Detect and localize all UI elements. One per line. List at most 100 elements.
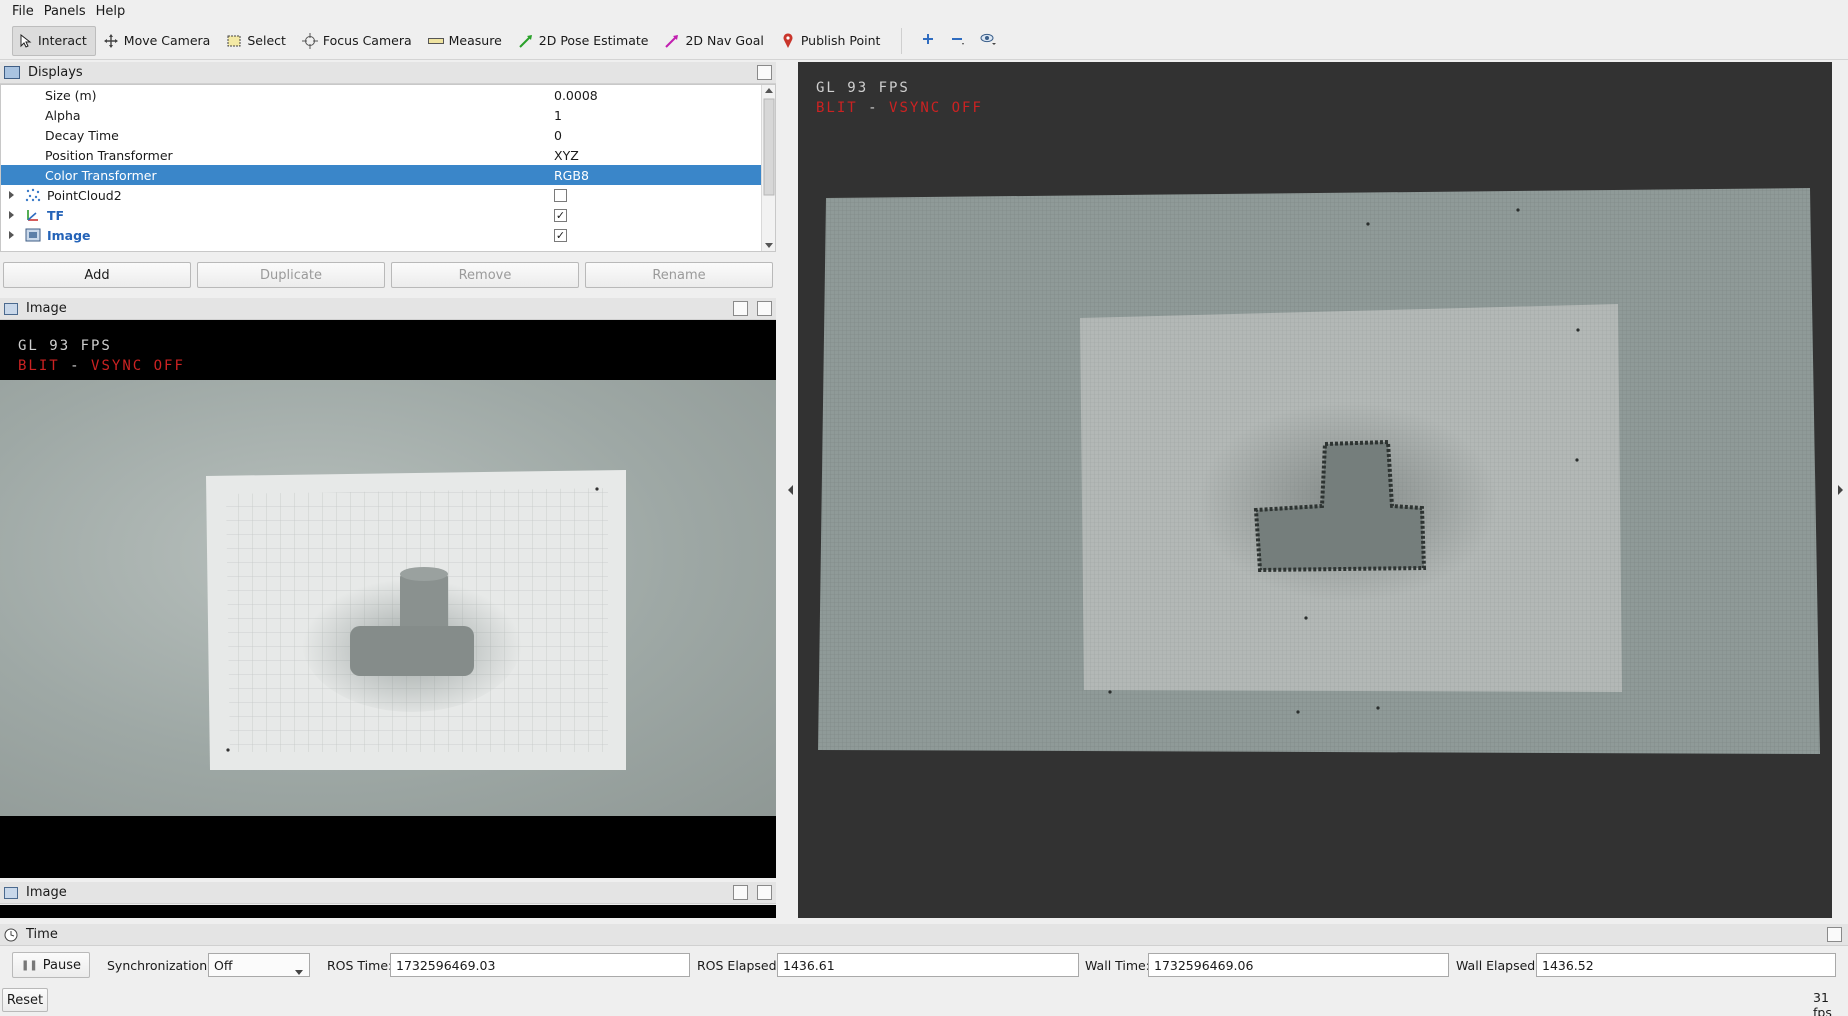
- displays-title: Displays: [28, 65, 83, 80]
- wall-time-label: Wall Time:: [1085, 958, 1150, 973]
- blit-text: BLIT: [18, 358, 60, 374]
- prop-value[interactable]: XYZ: [554, 148, 579, 163]
- enable-checkbox[interactable]: ✓: [554, 208, 567, 222]
- image-icon: [25, 228, 41, 242]
- select-tool-button[interactable]: Select: [221, 26, 295, 56]
- prop-key: Alpha: [45, 107, 81, 123]
- display-item-pointcloud2[interactable]: PointCloud2: [1, 185, 761, 205]
- display-item-image[interactable]: Image ✓: [1, 225, 761, 245]
- camera-photo: [0, 380, 776, 816]
- ros-elapsed-field[interactable]: 1436.61: [777, 953, 1079, 977]
- view-menu-button[interactable]: [974, 26, 1002, 56]
- ros-elapsed-label: ROS Elapsed:: [697, 958, 781, 973]
- prop-row-color-transformer[interactable]: Color Transformer RGB8: [1, 165, 761, 185]
- display-item-tf[interactable]: TF ✓: [1, 205, 761, 225]
- move-camera-label: Move Camera: [123, 33, 211, 48]
- focus-camera-label: Focus Camera: [322, 33, 412, 48]
- focus-camera-tool-button[interactable]: Focus Camera: [297, 26, 421, 56]
- image-panel-2-close-button[interactable]: [757, 885, 772, 900]
- reset-button[interactable]: Reset: [2, 988, 48, 1012]
- fps-readout: 31 fps: [1813, 990, 1832, 1016]
- enable-checkbox[interactable]: [554, 188, 567, 202]
- select-label: Select: [247, 33, 286, 48]
- remove-tool-button[interactable]: [944, 26, 972, 56]
- map-pin-icon: [780, 32, 796, 49]
- remove-display-button[interactable]: Remove: [391, 262, 579, 288]
- image-panel-2-header: Image: [0, 882, 776, 904]
- 3d-render-viewport[interactable]: GL 93 FPS BLIT - VSYNC OFF: [798, 62, 1832, 918]
- ros-time-field[interactable]: 1732596469.03: [390, 953, 690, 977]
- expand-arrow-icon[interactable]: [9, 191, 14, 199]
- prop-row-position-transformer[interactable]: Position Transformer XYZ: [1, 145, 761, 165]
- move-camera-tool-button[interactable]: Move Camera: [98, 26, 220, 56]
- prop-key: Decay Time: [45, 127, 119, 143]
- interact-label: Interact: [38, 33, 87, 48]
- pause-label: Pause: [42, 957, 81, 973]
- toolbar-separator: [901, 27, 903, 54]
- right-collapse-arrow[interactable]: [1836, 484, 1844, 496]
- ruler-icon: [427, 33, 444, 49]
- time-panel-header: Time: [0, 924, 1848, 946]
- rename-display-button[interactable]: Rename: [585, 262, 773, 288]
- pointcloud-render: [818, 188, 1820, 754]
- expand-arrow-icon[interactable]: [9, 211, 14, 219]
- menu-file[interactable]: File: [8, 4, 40, 19]
- enable-checkbox[interactable]: ✓: [554, 228, 567, 242]
- duplicate-display-button[interactable]: Duplicate: [197, 262, 385, 288]
- pointcloud-icon: [25, 188, 41, 202]
- nav-goal-tool-button[interactable]: 2D Nav Goal: [659, 26, 772, 56]
- prop-key: Position Transformer: [45, 147, 173, 163]
- wall-elapsed-field[interactable]: 1436.52: [1536, 953, 1836, 977]
- wall-time-field[interactable]: 1732596469.06: [1148, 953, 1449, 977]
- menu-panels[interactable]: Panels: [40, 4, 92, 19]
- pointer-icon: [17, 33, 33, 49]
- menu-help[interactable]: Help: [92, 4, 132, 19]
- camera-image-view[interactable]: GL 93 FPS BLIT - VSYNC OFF: [0, 320, 776, 878]
- expand-arrow-icon[interactable]: [9, 231, 14, 239]
- eye-icon: [979, 32, 997, 49]
- prop-value[interactable]: 1: [554, 108, 562, 123]
- interact-tool-button[interactable]: Interact: [12, 25, 96, 56]
- time-panel-float-button[interactable]: [1827, 927, 1842, 942]
- green-arrow-icon: [518, 33, 534, 49]
- pose-estimate-tool-button[interactable]: 2D Pose Estimate: [513, 26, 658, 56]
- tf-axes-icon: [25, 208, 41, 222]
- prop-row-size[interactable]: Size (m) 0.0008: [1, 85, 761, 105]
- prop-value[interactable]: 0: [554, 128, 562, 143]
- displays-float-button[interactable]: [757, 65, 772, 80]
- prop-row-decay-time[interactable]: Decay Time 0: [1, 125, 761, 145]
- pause-icon: ❚❚: [21, 959, 38, 971]
- sync-value: Off: [214, 957, 233, 973]
- nav-goal-label: 2D Nav Goal: [685, 33, 764, 48]
- pause-button[interactable]: ❚❚ Pause: [12, 952, 90, 978]
- displays-scrollbar[interactable]: [761, 85, 775, 251]
- image-panel-2-float-button[interactable]: [733, 885, 748, 900]
- prop-key: Color Transformer: [45, 167, 157, 183]
- chevron-down-icon: [295, 963, 303, 978]
- select-rect-icon: [226, 33, 242, 49]
- left-collapse-arrow[interactable]: [787, 484, 795, 496]
- prop-key: Size (m): [45, 87, 97, 103]
- clock-icon: [4, 928, 18, 942]
- image-panel-float-button[interactable]: [733, 301, 748, 316]
- displays-tree: Size (m) 0.0008 Alpha 1 Decay Time 0 Pos…: [0, 84, 776, 252]
- wall-elapsed-label: Wall Elapsed:: [1456, 958, 1540, 973]
- focus-icon: [301, 32, 318, 49]
- toolbar: Interact Move Camera Select Focus Camera…: [0, 22, 1848, 60]
- measure-tool-button[interactable]: Measure: [423, 26, 511, 56]
- publish-point-tool-button[interactable]: Publish Point: [775, 26, 890, 56]
- plus-icon: [922, 33, 934, 48]
- display-item-label: Image: [47, 227, 91, 243]
- move-icon: [103, 33, 119, 49]
- image-panel-2-title: Image: [26, 885, 67, 900]
- add-display-button[interactable]: Add: [3, 262, 191, 288]
- prop-value[interactable]: 0.0008: [554, 88, 598, 103]
- prop-row-alpha[interactable]: Alpha 1: [1, 105, 761, 125]
- sync-dropdown[interactable]: Off: [208, 953, 310, 977]
- add-tool-button[interactable]: [914, 26, 942, 56]
- image-panel-2-view[interactable]: [0, 905, 776, 918]
- prop-value[interactable]: RGB8: [554, 168, 589, 183]
- image-panel-header: Image: [0, 298, 776, 320]
- image-panel-close-button[interactable]: [757, 301, 772, 316]
- display-item-label: PointCloud2: [47, 187, 122, 203]
